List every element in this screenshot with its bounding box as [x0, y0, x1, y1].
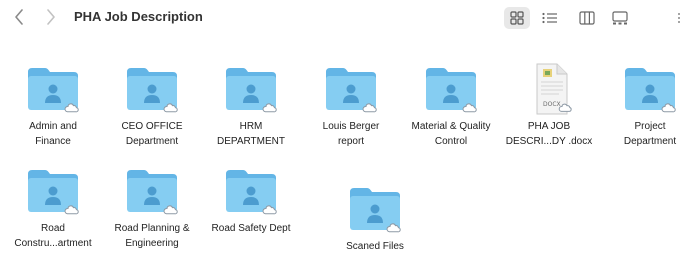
- folder-label: Admin and Finance: [29, 121, 77, 147]
- chevron-left-icon: [15, 9, 23, 25]
- folder-item[interactable]: CEO OFFICE Department: [102, 62, 202, 149]
- icloud-folder-icon: [25, 164, 81, 218]
- folder-label: Road Safety Dept: [211, 223, 291, 234]
- folder-label: Material & Quality Control: [411, 121, 491, 147]
- columns-icon: [579, 11, 595, 25]
- folder-item[interactable]: Admin and Finance: [3, 62, 103, 149]
- folder-item[interactable]: Louis Berger report: [301, 62, 401, 149]
- folder-item[interactable]: Road Constru...artment: [3, 164, 103, 251]
- list-icon: [542, 12, 557, 24]
- window-title: PHA Job Description: [74, 9, 203, 24]
- folder-label: Louis Berger report: [322, 121, 380, 147]
- folder-item[interactable]: Material & Quality Control: [401, 62, 501, 149]
- folder-item[interactable]: Project Department: [600, 62, 685, 149]
- folder-item[interactable]: Road Safety Dept: [201, 164, 301, 236]
- grid-icon: [510, 11, 524, 25]
- gallery-view-button[interactable]: [607, 7, 633, 29]
- svg-text:DOCX: DOCX: [543, 101, 561, 108]
- icloud-folder-icon: [124, 164, 180, 218]
- folder-label: CEO OFFICE Department: [121, 121, 183, 147]
- icloud-folder-icon: [124, 62, 180, 116]
- folder-item[interactable]: Road Planning & Engineering: [102, 164, 202, 251]
- back-button[interactable]: [10, 6, 28, 28]
- file-item[interactable]: DOCX PHA JOB DESCRI...DY .docx: [499, 62, 599, 149]
- icloud-folder-icon: [423, 62, 479, 116]
- folder-label: Road Constru...artment: [14, 223, 92, 249]
- docx-file-icon: DOCX: [521, 62, 577, 116]
- icloud-folder-icon: [323, 62, 379, 116]
- toolbar: PHA Job Description: [0, 0, 685, 36]
- chevron-right-icon: [47, 9, 55, 25]
- icloud-folder-icon: [25, 62, 81, 116]
- icloud-folder-icon: [223, 164, 279, 218]
- column-view-button[interactable]: [574, 7, 600, 29]
- icon-view-button[interactable]: [504, 7, 530, 29]
- folder-label: Scaned Files: [346, 241, 404, 252]
- file-label: PHA JOB DESCRI...DY .docx: [505, 121, 593, 147]
- more-options-button[interactable]: [675, 10, 683, 26]
- folder-label: Road Planning & Engineering: [114, 223, 190, 249]
- forward-button[interactable]: [42, 6, 60, 28]
- folder-label: Project Department: [623, 121, 677, 147]
- gallery-icon: [612, 11, 628, 25]
- icloud-folder-icon: [347, 182, 403, 236]
- icloud-folder-icon: [223, 62, 279, 116]
- folder-item[interactable]: HRM DEPARTMENT: [201, 62, 301, 149]
- list-view-button[interactable]: [537, 7, 563, 29]
- folder-label: HRM DEPARTMENT: [217, 121, 285, 147]
- icloud-folder-icon: [622, 62, 678, 116]
- folder-item[interactable]: Scaned Files: [325, 182, 425, 254]
- more-icon: [678, 13, 680, 23]
